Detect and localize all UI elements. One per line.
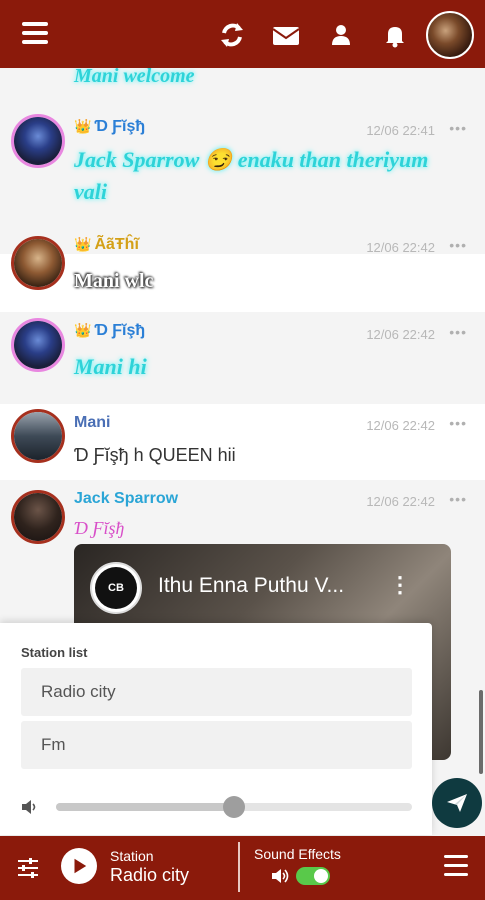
more-options-icon[interactable]: ⋮ [389,572,411,598]
timestamp: 12/06 22:42 [366,494,435,509]
volume-slider[interactable] [56,796,412,818]
message-text: Ɗ Ƒĭşђ h QUEEN hii [74,445,236,465]
station-item[interactable]: Fm [21,721,412,769]
player-bar: Station Radio city Sound Effects [0,836,485,900]
menu-icon[interactable] [22,22,48,46]
station-name: Radio city [110,865,190,885]
message-text: Jack Sparrow 😏 enaku than theriyum vali [74,147,429,204]
user-icon[interactable] [326,20,356,50]
list-item: Mani welcome [0,68,485,102]
username[interactable]: Jack Sparrow [74,490,178,508]
timestamp: 12/06 22:41 [366,123,435,138]
top-bar [0,0,485,68]
speaker-icon [270,867,290,885]
volume-knob[interactable] [223,796,245,818]
channel-logo: CB [90,562,142,614]
sound-effects-toggle[interactable] [296,867,330,885]
bell-icon[interactable] [380,20,410,50]
avatar[interactable] [11,318,65,372]
more-options-icon[interactable]: ••• [449,491,467,507]
more-options-icon[interactable]: ••• [449,324,467,340]
message-text: Mani hi [74,354,147,379]
scrollbar[interactable] [479,690,483,774]
avatar[interactable] [11,236,65,290]
refresh-icon[interactable] [217,20,247,50]
list-item: 👑 ÃãŦĥĩ 12/06 22:42 ••• Mani wlc [0,232,485,312]
mail-icon[interactable] [271,20,301,50]
volume-icon[interactable] [20,798,40,816]
timestamp: 12/06 22:42 [366,418,435,433]
station-item[interactable]: Radio city [21,668,412,716]
list-item: Mani 12/06 22:42 ••• Ɗ Ƒĭşђ h QUEEN hii [0,404,485,480]
sound-effects-label: Sound Effects [254,846,341,862]
station-panel: Station list Radio city Fm [0,623,432,835]
avatar[interactable] [11,490,65,544]
avatar[interactable] [11,409,65,463]
message-text: Ɗ Ƒĭşђ [74,518,125,538]
crown-icon: 👑 [74,322,92,338]
list-item: 👑 Ɗ Ƒĭşђ 12/06 22:42 ••• Mani hi [0,312,485,404]
message-text: Mani wlc [74,270,154,292]
username[interactable]: 👑 Ɗ Ƒĭşђ [74,322,145,340]
divider [238,842,240,892]
send-button[interactable] [432,778,482,828]
crown-icon: 👑 [74,236,92,252]
message-text: Mani welcome [74,68,195,87]
username[interactable]: 👑 Ɗ Ƒĭşђ [74,118,145,136]
username[interactable]: 👑 ÃãŦĥĩ [74,236,139,254]
play-button[interactable] [61,848,97,884]
timestamp: 12/06 22:42 [366,327,435,342]
playlist-menu-icon[interactable] [444,855,468,877]
avatar[interactable] [11,114,65,168]
profile-avatar[interactable] [426,11,474,59]
station-list-title: Station list [21,645,88,660]
timestamp: 12/06 22:42 [366,240,435,255]
more-options-icon[interactable]: ••• [449,237,467,253]
username[interactable]: Mani [74,414,110,432]
more-options-icon[interactable]: ••• [449,415,467,431]
more-options-icon[interactable]: ••• [449,120,467,136]
video-title: Ithu Enna Puthu V... [158,574,345,597]
equalizer-icon[interactable] [16,856,40,880]
station-label: Station [110,848,154,864]
crown-icon: 👑 [74,118,92,134]
